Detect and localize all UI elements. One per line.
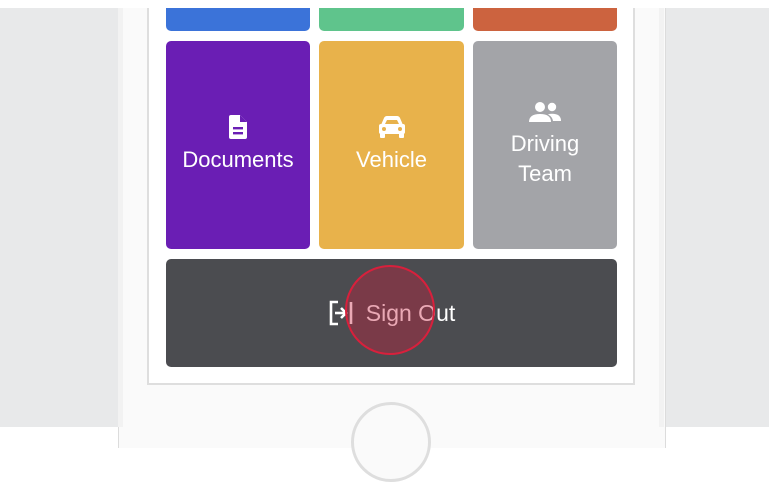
driving-team-label: Driving Team: [510, 131, 580, 186]
car-icon: [378, 116, 405, 138]
driving-team-tile[interactable]: Driving Team: [473, 41, 617, 249]
home-button[interactable]: [351, 402, 431, 482]
sign-out-button[interactable]: Sign Out: [166, 259, 617, 367]
phone-edge-right: [659, 8, 664, 427]
tile-green[interactable]: [319, 8, 464, 31]
tile-orange[interactable]: [473, 8, 617, 31]
phone-edge-left: [118, 8, 123, 427]
people-group-icon: [529, 102, 561, 122]
sign-out-label: Sign Out: [365, 299, 456, 326]
file-document-icon: [229, 115, 247, 139]
sign-out-icon: [329, 300, 353, 326]
documents-tile[interactable]: Documents: [166, 41, 310, 249]
documents-label: Documents: [182, 147, 294, 172]
tile-blue[interactable]: [166, 8, 310, 31]
vehicle-label: Vehicle: [356, 147, 427, 172]
vehicle-tile[interactable]: Vehicle: [319, 41, 464, 249]
